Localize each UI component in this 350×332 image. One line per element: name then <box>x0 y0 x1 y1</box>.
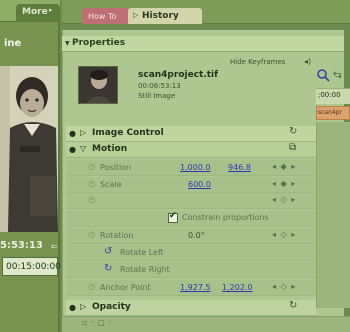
anchor-point-label: Anchor Point <box>100 283 151 292</box>
position-x-value[interactable]: 1,000.0 <box>180 163 211 172</box>
timecode-arrow-icon[interactable]: ⇐ <box>51 242 58 251</box>
zoom-icon[interactable] <box>316 67 330 86</box>
rotate-left-icon[interactable]: ↺ <box>104 246 112 257</box>
position-label: Position <box>100 163 132 172</box>
left-pane-label: ine <box>4 38 22 49</box>
duration-field[interactable]: 00:15:00:00 <box>2 257 61 276</box>
panel-collapse-icon[interactable]: ▼ <box>65 40 70 47</box>
keyframe-navigator-icon[interactable]: ◂ ◇ ▸ <box>272 230 296 239</box>
effect-toggle-icon[interactable]: ● <box>69 145 76 154</box>
stopwatch-icon[interactable]: ◷ <box>88 179 95 188</box>
current-timecode: 5:53:13 <box>0 240 43 251</box>
position-y-value[interactable]: 946.8 <box>228 163 251 172</box>
stopwatch-icon[interactable]: ◷ <box>88 162 95 171</box>
clip-name: scan4project.tif <box>138 70 219 80</box>
keyframe-timeline-area[interactable] <box>316 122 350 308</box>
scale-value[interactable]: 600.0 <box>188 180 211 189</box>
collapse-motion-icon[interactable]: ▽ <box>80 144 86 153</box>
effect-toggle-icon[interactable]: ● <box>69 129 76 138</box>
anchor-y-value[interactable]: 1,202.0 <box>222 283 253 292</box>
image-control-label: Image Control <box>92 128 164 138</box>
timeline-time: ;00:00 <box>318 91 341 99</box>
expand-opacity-icon[interactable]: ▷ <box>80 302 86 311</box>
more-menu-arrow-icon[interactable]: ▸ <box>49 6 53 14</box>
tab-how-to[interactable]: How To <box>82 8 130 24</box>
checkmark-icon: ✔ <box>169 211 177 221</box>
opacity-label: Opacity <box>92 302 131 312</box>
stopwatch-icon[interactable]: ◷ <box>88 282 95 291</box>
rotate-left-button[interactable]: Rotate Left <box>120 248 164 257</box>
clip-thumbnail <box>78 66 118 104</box>
keyframe-navigator-icon[interactable]: ◂ ◇ ▸ <box>272 195 296 204</box>
boy-photo-icon <box>0 66 58 232</box>
monitor-preview-image <box>0 66 58 232</box>
scale-label: Scale <box>100 180 122 189</box>
tab-history[interactable]: History <box>128 8 202 24</box>
motion-label: Motion <box>92 144 128 154</box>
stopwatch-icon[interactable]: ◷ <box>88 195 95 204</box>
more-tab[interactable]: More <box>16 4 60 21</box>
keyframe-navigator-icon[interactable]: ◂ ◆ ▸ <box>272 162 296 171</box>
clip-type: Still Image <box>138 92 176 100</box>
clip-duration: 00:06:53:13 <box>138 82 181 90</box>
reset-image-control-icon[interactable]: ↻ <box>289 126 297 137</box>
history-tab-arrow-icon: ▷ <box>133 11 139 19</box>
keyframe-navigator-icon[interactable]: ◂ ◇ ▸ <box>272 282 296 291</box>
reset-opacity-icon[interactable]: ↻ <box>289 300 297 311</box>
effect-toggle-icon[interactable]: ● <box>69 303 76 312</box>
properties-title: Properties <box>72 38 126 48</box>
motion-settings-icon[interactable]: ⧉ <box>289 142 296 153</box>
bottom-controls-icon[interactable]: ▫ ◦ ▢ ◦ <box>82 318 112 327</box>
stopwatch-icon[interactable]: ◷ <box>88 230 95 239</box>
timeline-zoom-arrow-icon[interactable]: ⥃ <box>333 67 342 81</box>
rotate-right-button[interactable]: Rotate Right <box>120 265 170 274</box>
anchor-x-value[interactable]: 1,927.5 <box>180 283 211 292</box>
rotation-label: Rotation <box>100 231 134 240</box>
keyframe-navigator-icon[interactable]: ◂ ◆ ▸ <box>272 179 296 188</box>
constrain-proportions-label: Constrain proportions <box>182 213 269 222</box>
rotation-value[interactable]: 0.0° <box>188 231 205 240</box>
hide-keyframes-button[interactable]: Hide Keyframes <box>230 58 285 66</box>
timeline-clip-label: scan4pr <box>318 109 342 116</box>
expand-image-control-icon[interactable]: ▷ <box>80 128 86 137</box>
rotate-right-icon[interactable]: ↻ <box>104 263 112 274</box>
hide-keyframes-arrow-icon[interactable]: ◂) <box>304 57 311 66</box>
